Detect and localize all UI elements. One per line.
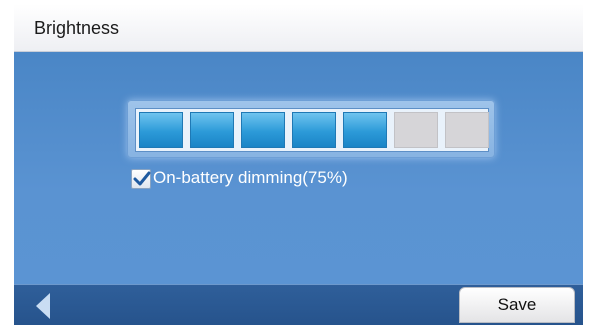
brightness-segment[interactable] (292, 112, 336, 148)
content-panel: On-battery dimming(75%) (14, 52, 583, 284)
footer-bar: Save (14, 284, 583, 325)
brightness-segment[interactable] (445, 112, 489, 148)
back-arrow-icon (36, 293, 50, 319)
on-battery-dimming-label: On-battery dimming(75%) (153, 168, 348, 187)
brightness-segment[interactable] (139, 112, 183, 148)
brightness-segment[interactable] (394, 112, 438, 148)
brightness-slider[interactable] (127, 100, 495, 158)
brightness-segment[interactable] (241, 112, 285, 148)
brightness-segment[interactable] (190, 112, 234, 148)
page-title: Brightness (34, 18, 120, 38)
header-bar: Brightness (14, 4, 583, 52)
brightness-segment[interactable] (343, 112, 387, 148)
app-window: Brightness On-battery dimming(75%) Save (14, 4, 583, 325)
save-button[interactable]: Save (459, 287, 575, 323)
brightness-track[interactable] (135, 108, 489, 152)
checkmark-icon (133, 171, 151, 186)
back-button[interactable] (28, 289, 56, 323)
on-battery-dimming-checkbox[interactable] (131, 169, 151, 189)
